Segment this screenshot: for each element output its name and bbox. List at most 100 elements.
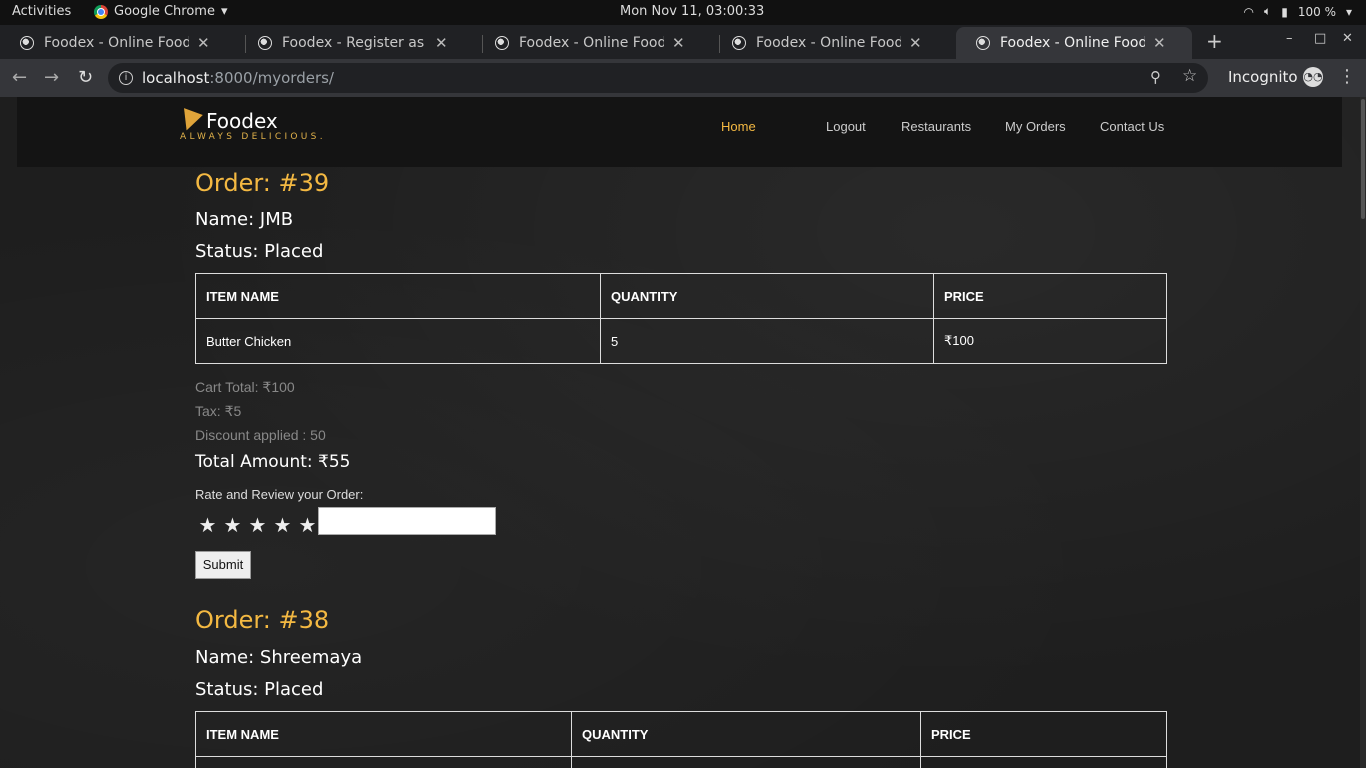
site-header: Foodex ALWAYS DELICIOUS. Home Logout Res… bbox=[17, 97, 1342, 167]
browser-tab[interactable]: Foodex - Online Food Del ✕ bbox=[0, 27, 240, 59]
back-icon[interactable]: ← bbox=[12, 67, 27, 88]
globe-icon bbox=[976, 36, 990, 50]
browser-tab[interactable]: Foodex - Register as a Cus ✕ bbox=[238, 27, 478, 59]
scrollbar[interactable] bbox=[1360, 97, 1366, 768]
globe-icon bbox=[20, 36, 34, 50]
order-items-table: ITEM NAME QUANTITY PRICE Butter Chicken … bbox=[195, 273, 1167, 364]
nav-my-orders[interactable]: My Orders bbox=[1005, 119, 1066, 134]
tab-title: Foodex - Register as a Cus bbox=[282, 35, 427, 51]
pizza-icon bbox=[177, 108, 203, 134]
system-top-bar: Activities Google Chrome ▾ Mon Nov 11, 0… bbox=[0, 0, 1366, 25]
url-text[interactable]: localhost:8000/myorders/ bbox=[142, 69, 334, 87]
browser-tab-active[interactable]: Foodex - Online Food Del ✕ bbox=[956, 27, 1192, 59]
bookmark-star-icon[interactable]: ☆ bbox=[1182, 66, 1197, 86]
reload-icon[interactable]: ↻ bbox=[78, 67, 93, 88]
cart-total: Cart Total: ₹100 bbox=[195, 379, 295, 395]
globe-icon bbox=[495, 36, 509, 50]
item-name-cell: Butter Chicken bbox=[195, 318, 601, 364]
browser-tab[interactable]: Foodex - Online Food Del ✕ bbox=[475, 27, 715, 59]
table-row bbox=[195, 756, 1167, 768]
close-window-icon[interactable]: ✕ bbox=[1342, 31, 1353, 46]
nav-home[interactable]: Home bbox=[721, 119, 756, 134]
volume-icon: 🔈︎ bbox=[1264, 4, 1272, 18]
address-bar[interactable]: i localhost:8000/myorders/ ⚲ ☆ bbox=[108, 63, 1208, 93]
rate-review-label: Rate and Review your Order: bbox=[195, 487, 364, 502]
chevron-down-icon: ▾ bbox=[220, 4, 228, 19]
quantity-cell: 5 bbox=[600, 318, 934, 364]
table-row: Butter Chicken 5 ₹100 bbox=[195, 318, 1167, 364]
close-icon[interactable]: ✕ bbox=[909, 34, 922, 52]
new-tab-button[interactable]: + bbox=[1206, 29, 1223, 53]
incognito-label: Incognito bbox=[1228, 68, 1298, 86]
column-header: ITEM NAME bbox=[195, 273, 601, 319]
scrollbar-thumb[interactable] bbox=[1361, 99, 1365, 219]
order-title: Order: #39 bbox=[195, 169, 330, 197]
star-icon[interactable]: ★ bbox=[297, 515, 318, 535]
url-host: localhost bbox=[142, 69, 210, 87]
column-header: QUANTITY bbox=[571, 711, 921, 757]
submit-review-button[interactable]: Submit bbox=[195, 551, 251, 579]
app-name: Google Chrome bbox=[114, 4, 215, 19]
battery-level: 100 % bbox=[1297, 4, 1336, 19]
globe-icon bbox=[732, 36, 746, 50]
table-header-row: ITEM NAME QUANTITY PRICE bbox=[195, 273, 1167, 319]
order-items-table: ITEM NAME QUANTITY PRICE bbox=[195, 711, 1167, 768]
zoom-icon[interactable]: ⚲ bbox=[1150, 68, 1161, 86]
item-name-cell bbox=[195, 756, 572, 768]
price-cell: ₹100 bbox=[933, 318, 1167, 364]
nav-logout[interactable]: Logout bbox=[826, 119, 866, 134]
column-header: PRICE bbox=[933, 273, 1167, 319]
discount: Discount applied : 50 bbox=[195, 427, 326, 443]
app-menu[interactable]: Google Chrome ▾ bbox=[94, 4, 228, 19]
kebab-menu-icon[interactable]: ⋮ bbox=[1338, 66, 1356, 87]
nav-restaurants[interactable]: Restaurants bbox=[901, 119, 971, 134]
info-icon[interactable]: i bbox=[119, 71, 133, 85]
browser-toolbar: ← → ↻ i localhost:8000/myorders/ ⚲ ☆ Inc… bbox=[0, 59, 1366, 97]
order-customer-name: Name: JMB bbox=[195, 209, 294, 230]
browser-tab[interactable]: Foodex - Online Food Del ✕ bbox=[712, 27, 952, 59]
close-icon[interactable]: ✕ bbox=[1153, 34, 1166, 52]
star-icon[interactable]: ★ bbox=[247, 515, 268, 535]
quantity-cell bbox=[571, 756, 921, 768]
price-cell bbox=[920, 756, 1167, 768]
tab-title: Foodex - Online Food Del bbox=[44, 35, 189, 51]
tab-title: Foodex - Online Food Del bbox=[1000, 35, 1145, 51]
table-header-row: ITEM NAME QUANTITY PRICE bbox=[195, 711, 1167, 757]
order-status: Status: Placed bbox=[195, 241, 324, 262]
maximize-icon[interactable]: □ bbox=[1314, 31, 1326, 46]
close-icon[interactable]: ✕ bbox=[197, 34, 210, 52]
close-icon[interactable]: ✕ bbox=[672, 34, 685, 52]
globe-icon bbox=[258, 36, 272, 50]
tab-title: Foodex - Online Food Del bbox=[519, 35, 664, 51]
close-icon[interactable]: ✕ bbox=[435, 34, 448, 52]
forward-icon[interactable]: → bbox=[44, 67, 59, 88]
brand-tagline: ALWAYS DELICIOUS. bbox=[180, 132, 326, 142]
system-tray[interactable]: ◠ 🔈︎ ▮ 100 % ▾ bbox=[1244, 4, 1352, 19]
brand-name: Foodex bbox=[206, 109, 278, 133]
order-status: Status: Placed bbox=[195, 679, 324, 700]
url-path: :8000/myorders/ bbox=[209, 69, 334, 87]
activities-button[interactable]: Activities bbox=[12, 4, 71, 19]
star-icon[interactable]: ★ bbox=[272, 515, 293, 535]
clock[interactable]: Mon Nov 11, 03:00:33 bbox=[620, 4, 764, 19]
column-header: ITEM NAME bbox=[195, 711, 572, 757]
order-title: Order: #38 bbox=[195, 606, 330, 634]
battery-icon: ▮ bbox=[1281, 4, 1288, 19]
chrome-icon bbox=[94, 4, 108, 19]
column-header: PRICE bbox=[920, 711, 1167, 757]
tax: Tax: ₹5 bbox=[195, 403, 242, 419]
tab-title: Foodex - Online Food Del bbox=[756, 35, 901, 51]
total-amount: Total Amount: ₹55 bbox=[195, 452, 351, 472]
minimize-icon[interactable]: – bbox=[1286, 31, 1293, 46]
column-header: QUANTITY bbox=[600, 273, 934, 319]
page-viewport: Foodex ALWAYS DELICIOUS. Home Logout Res… bbox=[0, 97, 1366, 768]
review-input[interactable] bbox=[318, 507, 496, 535]
nav-contact-us[interactable]: Contact Us bbox=[1100, 119, 1164, 134]
chevron-down-icon: ▾ bbox=[1345, 4, 1352, 19]
star-rating[interactable]: ★ ★ ★ ★ ★ bbox=[197, 515, 318, 535]
star-icon[interactable]: ★ bbox=[222, 515, 243, 535]
incognito-icon[interactable]: ◔◔ bbox=[1303, 67, 1323, 87]
wifi-icon: ◠ bbox=[1243, 4, 1255, 19]
tab-strip: Foodex - Online Food Del ✕ Foodex - Regi… bbox=[0, 25, 1366, 59]
star-icon[interactable]: ★ bbox=[197, 515, 218, 535]
